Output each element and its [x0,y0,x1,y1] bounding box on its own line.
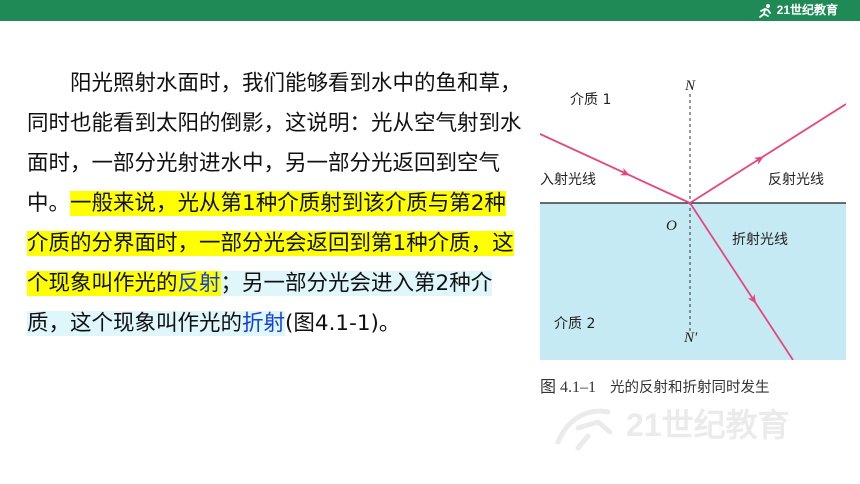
term-reflection: 反射 [177,271,221,296]
body-paragraph: 阳光照射水面时，我们能够看到水中的鱼和草，同时也能看到太阳的倒影，这说明：光从空… [27,64,527,344]
caption-text: 光的反射和折射同时发生 [610,380,770,396]
figure-reference: (图4.1-1)。 [285,311,401,336]
label-medium-2: 介质 2 [554,316,595,332]
diagram-svg: 介质 1 N 入射光线 反射光线 O 折射光线 介质 2 N′ [540,78,846,360]
figure-caption: 图 4.1–1 光的反射和折射同时发生 [540,373,860,397]
reflected-ray [689,103,846,204]
watermark-logo: 21世纪教育 [555,407,790,451]
label-incident-ray: 入射光线 [540,172,596,188]
term-refraction: 折射 [242,311,286,336]
top-bar: 21世纪教育 [0,0,860,21]
label-refracted-ray: 折射光线 [732,232,788,248]
label-medium-1: 介质 1 [570,92,611,108]
refraction-diagram: 介质 1 N 入射光线 反射光线 O 折射光线 介质 2 N′ [540,74,846,360]
label-normal-bottom: N′ [683,330,698,346]
watermark-runner-icon [555,408,613,451]
logo-text: 21世纪教育 [776,3,838,17]
label-reflected-ray: 反射光线 [768,172,824,188]
label-normal-top: N [684,78,696,94]
brand-logo: 21世纪教育 [758,2,838,19]
runner-logo-icon [758,3,771,18]
caption-number: 图 4.1–1 [540,379,597,396]
incident-arrow [540,133,630,176]
reflected-arrow [689,156,764,204]
watermark-text: 21世纪教育 [626,407,790,443]
label-origin: O [666,218,677,234]
